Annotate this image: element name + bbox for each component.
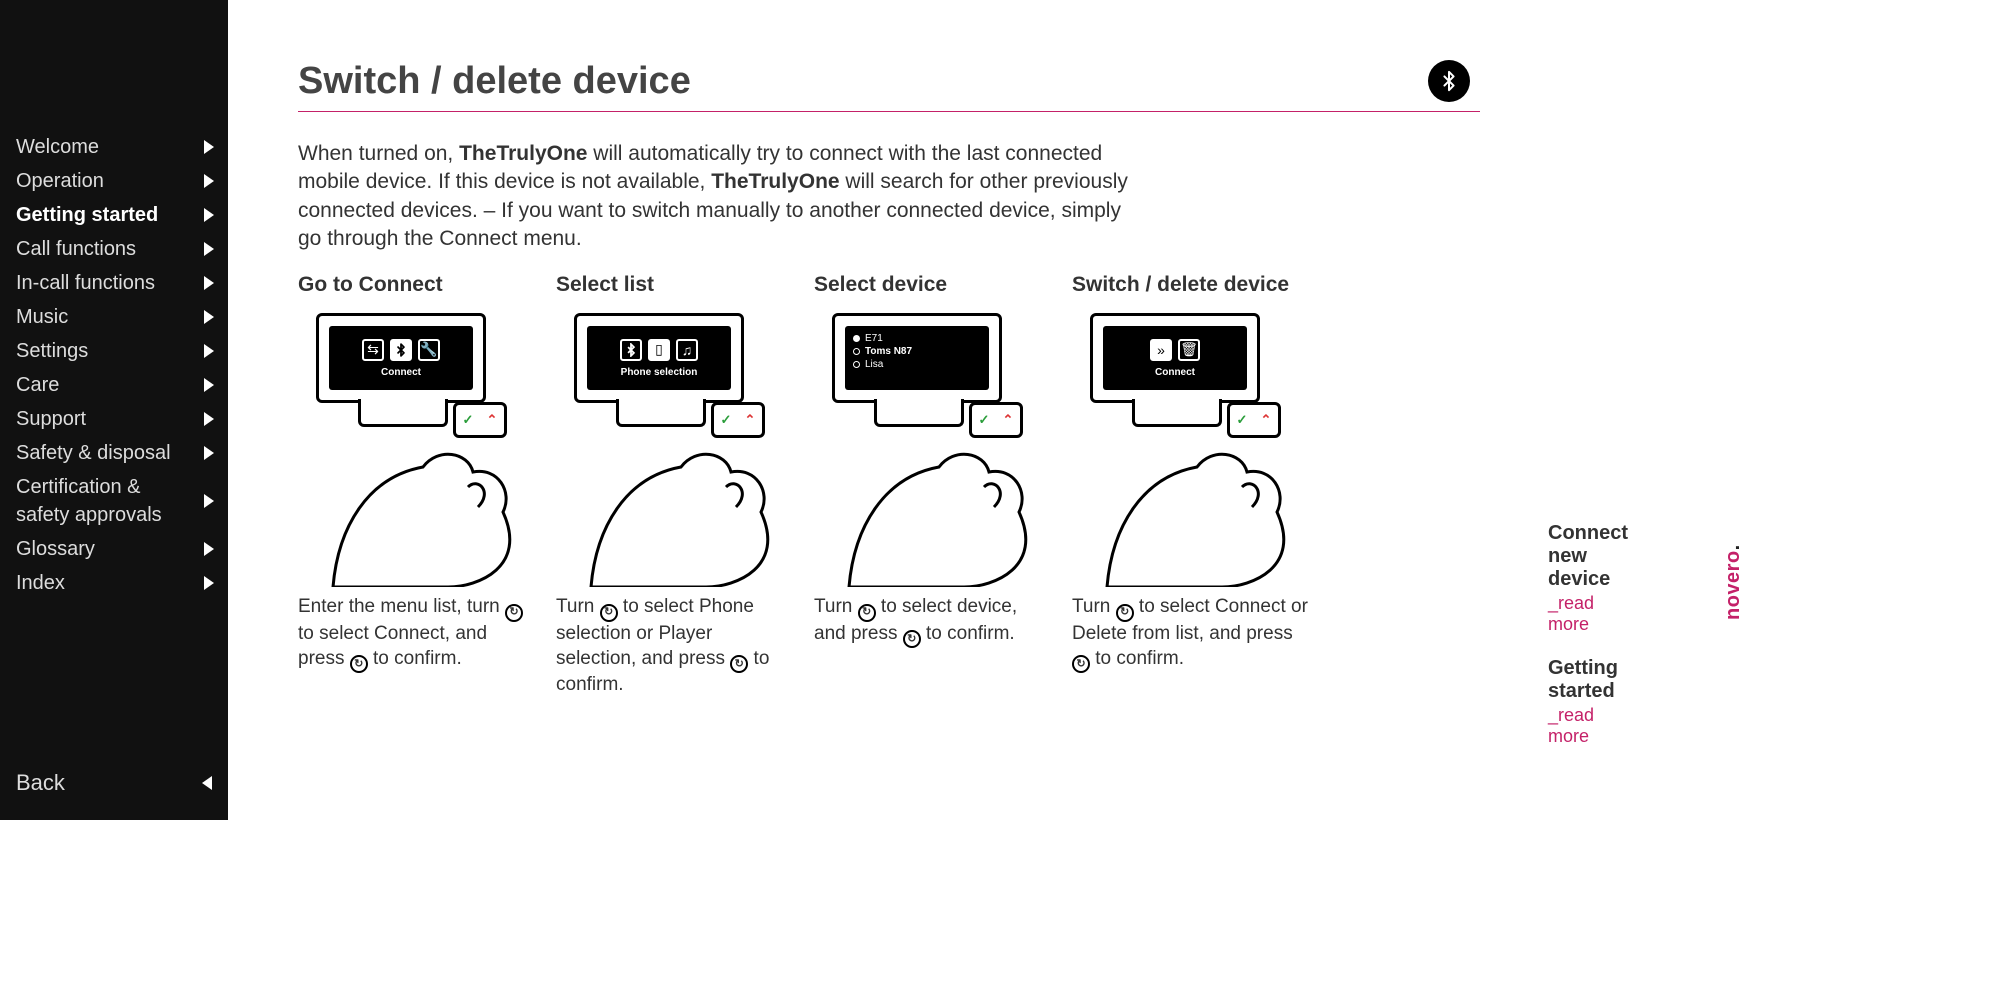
jog-wheel-icon: ✓⌃ — [711, 402, 765, 438]
chevron-right-icon — [204, 378, 214, 392]
nav-getting-started[interactable]: Getting started — [0, 198, 228, 232]
chevron-right-icon — [204, 208, 214, 222]
step-illustration: » 🗑 Connect ✓⌃ — [1072, 307, 1318, 587]
jog-wheel-icon: ✓⌃ — [453, 402, 507, 438]
jog-dial-icon: ↻ — [1072, 655, 1090, 673]
nav-welcome[interactable]: Welcome — [0, 130, 228, 164]
nav-safety-disposal[interactable]: Safety & disposal — [0, 436, 228, 470]
step-title: Go to Connect — [298, 273, 544, 297]
connect-icon: » — [1150, 339, 1172, 361]
nav-operation[interactable]: Operation — [0, 164, 228, 198]
step-caption: Turn ↻ to select device, and press ↻ to … — [814, 595, 1054, 648]
nav-certification[interactable]: Certification & safety approvals — [0, 470, 228, 532]
trash-icon: 🗑 — [1178, 339, 1200, 361]
nav-call-functions[interactable]: Call functions — [0, 232, 228, 266]
brand-logo: novero. — [1722, 544, 1745, 620]
bluetooth-plus-icon — [620, 339, 642, 361]
page-title: Switch / delete device — [298, 60, 691, 103]
back-button[interactable]: Back — [0, 746, 228, 820]
nav-support[interactable]: Support — [0, 402, 228, 436]
chevron-left-icon — [202, 776, 212, 790]
jog-dial-icon: ↻ — [600, 604, 618, 622]
screen-label: Phone selection — [621, 367, 698, 378]
jog-dial-icon: ↻ — [505, 604, 523, 622]
step-select-list: Select list ▯ ♫ Phone selection — [556, 273, 802, 697]
chevron-right-icon — [204, 446, 214, 460]
step-title: Switch / delete device — [1072, 273, 1318, 297]
chevron-right-icon — [204, 344, 214, 358]
sidebar: Welcome Operation Getting started Call f… — [0, 0, 228, 820]
chevron-right-icon — [204, 276, 214, 290]
jog-dial-icon: ↻ — [1116, 604, 1134, 622]
nav-in-call-functions[interactable]: In-call functions — [0, 266, 228, 300]
hand-icon — [586, 437, 796, 587]
hand-icon — [1102, 437, 1312, 587]
jog-dial-icon: ↻ — [858, 604, 876, 622]
device-list-item: E71 — [865, 333, 883, 344]
jog-wheel-icon: ✓⌃ — [969, 402, 1023, 438]
device-list-item: Lisa — [865, 359, 883, 370]
chevron-right-icon — [204, 174, 214, 188]
chevron-right-icon — [204, 242, 214, 256]
jog-dial-icon: ↻ — [350, 655, 368, 673]
related-link-title: Connect new device — [1548, 522, 1628, 591]
step-caption: Turn ↻ to select Connect or Delete from … — [1072, 595, 1312, 673]
nav-settings[interactable]: Settings — [0, 334, 228, 368]
main-content: Switch / delete device When turned on, T… — [228, 0, 1520, 820]
step-illustration: E71 Toms N87 Lisa ✓⌃ — [814, 307, 1060, 587]
back-label: Back — [16, 770, 65, 796]
screen-label: Connect — [381, 367, 421, 378]
intro-text: When turned on, TheTrulyOne will automat… — [298, 140, 1128, 253]
nav-index[interactable]: Index — [0, 566, 228, 600]
chevron-right-icon — [204, 542, 214, 556]
jog-wheel-icon: ✓⌃ — [1227, 402, 1281, 438]
chevron-right-icon — [204, 494, 214, 508]
nav-care[interactable]: Care — [0, 368, 228, 402]
hand-icon — [844, 437, 1054, 587]
chevron-right-icon — [204, 140, 214, 154]
steps-row: Go to Connect ⇆ 🔧 Connect — [298, 273, 1480, 697]
nav-glossary[interactable]: Glossary — [0, 532, 228, 566]
hand-icon — [328, 437, 538, 587]
step-caption: Enter the menu list, turn ↻ to select Co… — [298, 595, 538, 673]
device-list-item: Toms N87 — [865, 346, 912, 357]
step-select-device: Select device E71 Toms N87 Lisa ✓⌃ — [814, 273, 1060, 697]
step-title: Select device — [814, 273, 1060, 297]
step-illustration: ▯ ♫ Phone selection ✓⌃ — [556, 307, 802, 587]
chevron-right-icon — [204, 412, 214, 426]
bluetooth-icon — [1428, 60, 1470, 102]
step-illustration: ⇆ 🔧 Connect ✓⌃ — [298, 307, 544, 587]
jog-dial-icon: ↻ — [903, 630, 921, 648]
nav-list: Welcome Operation Getting started Call f… — [0, 130, 228, 600]
jog-dial-icon: ↻ — [730, 655, 748, 673]
title-rule — [298, 111, 1480, 112]
chevron-right-icon — [204, 576, 214, 590]
read-more-link[interactable]: _read more — [1548, 705, 1628, 747]
swap-icon: ⇆ — [362, 339, 384, 361]
music-icon: ♫ — [676, 339, 698, 361]
step-switch-delete: Switch / delete device » 🗑 Connect ✓⌃ — [1072, 273, 1318, 697]
step-title: Select list — [556, 273, 802, 297]
chevron-right-icon — [204, 310, 214, 324]
step-go-to-connect: Go to Connect ⇆ 🔧 Connect — [298, 273, 544, 697]
related-link-title: Getting started — [1548, 657, 1628, 703]
wrench-icon: 🔧 — [418, 339, 440, 361]
nav-music[interactable]: Music — [0, 300, 228, 334]
related-links: Connect new device _read more Getting st… — [1548, 500, 1628, 747]
phone-icon: ▯ — [648, 339, 670, 361]
step-caption: Turn ↻ to select Phone selection or Play… — [556, 595, 796, 697]
screen-label: Connect — [1155, 367, 1195, 378]
read-more-link[interactable]: _read more — [1548, 593, 1628, 635]
bluetooth-icon — [390, 339, 412, 361]
